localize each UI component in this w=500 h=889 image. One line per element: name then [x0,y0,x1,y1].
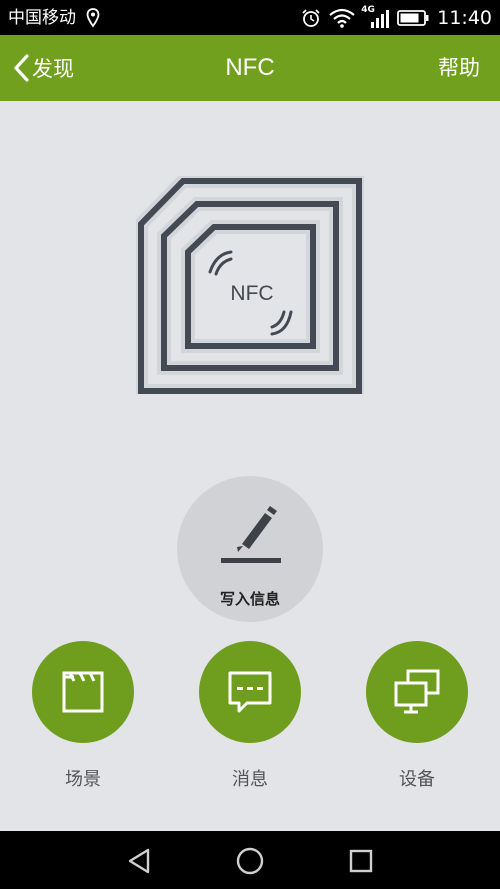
device-label: 设备 [399,769,435,790]
recents-square-icon[interactable] [345,845,377,877]
clapperboard-icon [62,671,104,713]
write-info-button[interactable]: 写入信息 [177,476,323,622]
back-triangle-icon[interactable] [124,845,156,877]
message-button[interactable]: 消息 [199,641,301,791]
status-bar: 中国移动 4G 11:40 [0,0,500,35]
home-circle-icon[interactable] [234,845,266,877]
battery-icon [397,9,429,26]
pen-icon [221,506,281,563]
scene-circle [32,641,134,743]
message-bubble-icon [228,671,272,713]
status-icons: 4G 11:40 [301,0,492,35]
app-header: 发现 NFC 帮助 [0,35,500,101]
location-pin-icon [86,8,100,28]
write-info-label: 写入信息 [219,590,280,608]
device-button[interactable]: 设备 [366,641,468,791]
message-label: 消息 [232,769,268,790]
wifi-icon [329,8,355,28]
scene-button[interactable]: 场景 [32,641,134,791]
system-nav-bar [0,831,500,889]
message-circle [199,641,301,743]
nfc-tag-label: NFC [230,282,274,305]
signal-icon: 4G [361,5,390,29]
scene-label: 场景 [65,769,101,790]
page-title: NFC [225,54,275,81]
help-button[interactable]: 帮助 [438,35,480,101]
device-circle [366,641,468,743]
alarm-icon [302,8,320,27]
monitors-icon [394,669,440,714]
carrier-name: 中国移动 [8,8,76,28]
clock: 11:40 [437,6,492,29]
